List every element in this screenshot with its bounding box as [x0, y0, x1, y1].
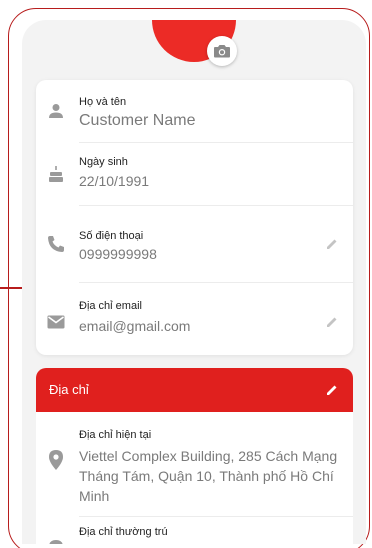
current-address-label: Địa chỉ hiện tại — [79, 429, 152, 441]
pencil-icon[interactable] — [325, 383, 339, 397]
birthday-row[interactable]: Ngày sinh 22/10/1991 — [36, 142, 353, 206]
pencil-icon[interactable] — [325, 315, 339, 329]
address-title: Địa chỉ — [49, 382, 89, 397]
profile-screen: Họ và tên Customer Name Ngày sinh 22/10/… — [22, 20, 366, 544]
camera-icon — [214, 45, 230, 58]
email-value: email@gmail.com — [79, 318, 191, 334]
phone-row[interactable]: Số điện thoại 0999999998 — [36, 206, 353, 283]
change-photo-button[interactable] — [207, 36, 237, 66]
full-name-value: Customer Name — [79, 112, 196, 129]
phone-icon — [48, 236, 64, 252]
person-icon — [49, 104, 63, 118]
full-name-row[interactable]: Họ và tên Customer Name — [36, 80, 353, 143]
frame-tick — [0, 287, 22, 289]
full-name-label: Họ và tên — [79, 96, 127, 108]
phone-label: Số điện thoại — [79, 230, 144, 242]
pencil-icon[interactable] — [325, 237, 339, 251]
birthday-label: Ngày sinh — [79, 156, 128, 168]
current-address-value: Viettel Complex Building, 285 Cách Mạng … — [79, 448, 338, 504]
email-row[interactable]: Địa chỉ email email@gmail.com — [36, 282, 353, 355]
address-header: Địa chỉ — [36, 368, 353, 412]
permanent-address-label: Địa chỉ thường trú — [79, 526, 168, 538]
phone-value: 0999999998 — [79, 246, 157, 262]
mail-icon — [47, 315, 65, 329]
location-pin-icon — [49, 450, 63, 470]
cake-icon — [49, 166, 63, 182]
location-pin-icon — [49, 540, 63, 544]
personal-info-card: Họ và tên Customer Name Ngày sinh 22/10/… — [36, 80, 353, 355]
birthday-value: 22/10/1991 — [79, 173, 150, 189]
address-card: Địa chỉ Địa chỉ hiện tại Viettel Complex… — [36, 368, 353, 544]
email-label: Địa chỉ email — [79, 300, 142, 312]
